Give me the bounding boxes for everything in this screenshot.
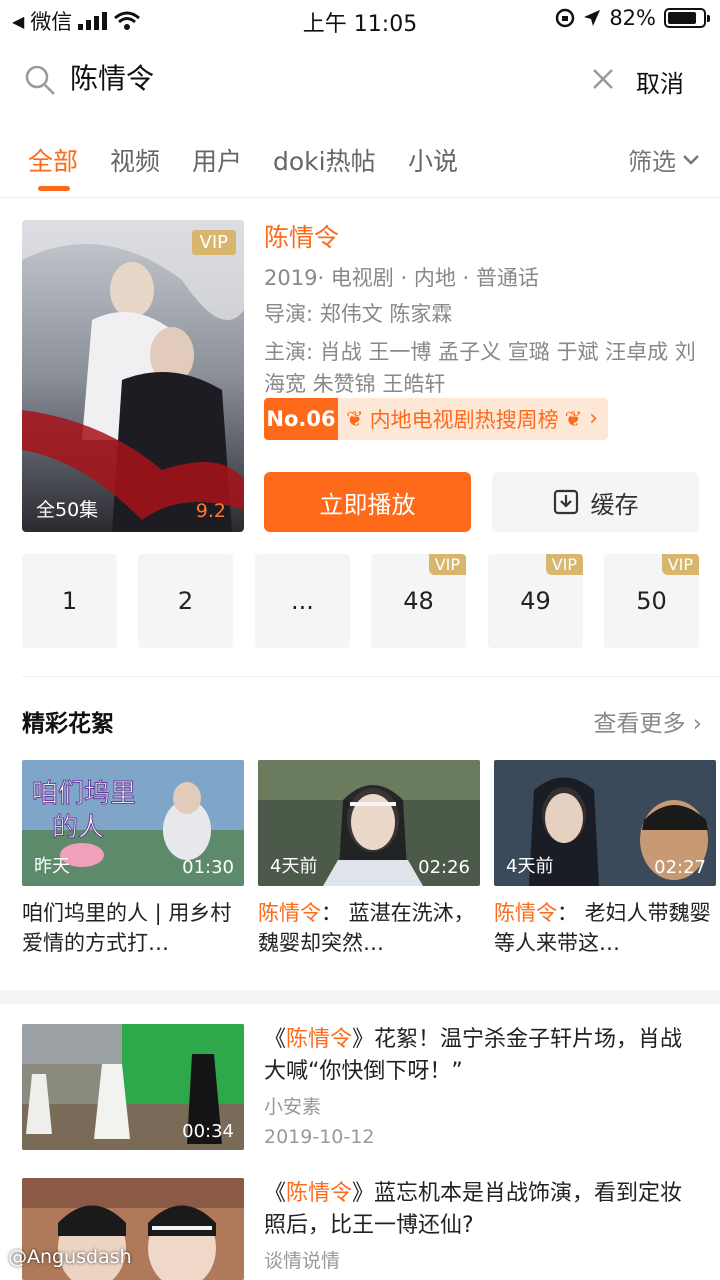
clip-duration: 01:30: [182, 857, 234, 878]
tab-doki[interactable]: doki热帖: [273, 142, 376, 178]
search-icon: [25, 65, 55, 95]
svg-text:咱们坞里: 咱们坞里: [32, 779, 136, 809]
rotation-lock-icon: [556, 8, 575, 28]
episode-button-2[interactable]: 2: [138, 554, 233, 648]
episode-number: ...: [291, 587, 314, 615]
episode-vip-badge: VIP: [545, 554, 583, 575]
title-highlight: 陈情令: [286, 1181, 353, 1206]
laurel-right-icon: ❦: [564, 407, 583, 431]
episode-button-1[interactable]: 1: [22, 554, 117, 648]
show-poster[interactable]: VIP 全50集 9.2: [22, 220, 244, 532]
episode-button-48[interactable]: VIP 48: [371, 554, 466, 648]
show-meta: 2019· 电视剧 · 内地 · 普通话: [264, 266, 539, 290]
clip-card[interactable]: 4天前 02:27 陈情令： 老妇人带魏婴等人来带这…: [494, 760, 716, 958]
filter-button[interactable]: 筛选: [628, 142, 700, 177]
clip-thumbnail: 咱们坞里 的人 昨天 01:30: [22, 760, 244, 886]
search-input[interactable]: [70, 60, 550, 93]
see-more-label: 查看更多: [593, 711, 686, 737]
cache-button[interactable]: 缓存: [492, 472, 699, 532]
section-title: 精彩花絮: [22, 711, 114, 737]
battery-percent: 82%: [609, 6, 656, 30]
clip-thumbnail: 4天前 02:26: [258, 760, 480, 886]
cancel-button[interactable]: 取消: [636, 64, 684, 99]
clip-card[interactable]: 4天前 02:26 陈情令： 蓝湛在洗沐，魏婴却突然…: [258, 760, 480, 958]
status-bar: ◀ 微信 上午 11:05 82%: [0, 0, 720, 38]
video-thumbnail: 00:34: [22, 1024, 244, 1150]
status-right: 82%: [555, 6, 710, 30]
vip-badge: VIP: [191, 230, 236, 255]
episode-button-more[interactable]: ...: [255, 554, 350, 648]
title-prefix: 《: [264, 1181, 287, 1206]
caption-text: 咱们坞里的人 | 用乡村爱情的方式打…: [22, 901, 232, 955]
clip-time-ago: 4天前: [506, 856, 554, 877]
active-tab-indicator: [38, 186, 70, 191]
clip-time-ago: 昨天: [34, 856, 70, 877]
tab-video[interactable]: 视频: [110, 142, 160, 178]
divider: [22, 676, 720, 677]
episode-vip-badge: VIP: [428, 554, 466, 575]
episode-number: 49: [520, 587, 551, 615]
rank-banner[interactable]: No.06 ❦ 内地电视剧热搜周榜 ❦ ›: [264, 398, 608, 440]
video-row[interactable]: 00:34 《陈情令》花絮！温宁杀金子轩片场，肖战大喊“你快倒下呀！” 小安素 …: [22, 1024, 712, 1152]
video-title: 《陈情令》花絮！温宁杀金子轩片场，肖战大喊“你快倒下呀！”: [264, 1024, 694, 1088]
section-gap: [0, 990, 720, 1004]
tab-all[interactable]: 全部: [28, 142, 78, 178]
battery-icon: [664, 8, 710, 28]
rank-label-group: ❦ 内地电视剧热搜周榜 ❦: [346, 404, 582, 434]
episode-number: 2: [177, 587, 194, 615]
episode-vip-badge: VIP: [661, 554, 699, 575]
location-icon: [584, 10, 601, 26]
caption-highlight: 陈情令: [494, 901, 557, 925]
clip-duration: 02:27: [654, 857, 706, 878]
caption-highlight: 陈情令: [258, 901, 321, 925]
watermark-text: @Angusdash: [8, 1246, 132, 1268]
chevron-right-icon: ›: [692, 711, 702, 737]
clear-icon[interactable]: [590, 66, 616, 92]
show-title[interactable]: 陈情令: [264, 218, 704, 254]
clip-caption: 陈情令： 老妇人带魏婴等人来带这…: [494, 898, 716, 958]
episode-number: 1: [61, 587, 78, 615]
download-icon: [553, 489, 578, 515]
video-date: 2019-10-12: [264, 1126, 375, 1148]
filter-label: 筛选: [628, 148, 676, 176]
clip-card[interactable]: 咱们坞里 的人 昨天 01:30 咱们坞里的人 | 用乡村爱情的方式打…: [22, 760, 244, 958]
rank-label: 内地电视剧热搜周榜: [369, 408, 559, 432]
show-director: 导演: 郑伟文 陈家霖: [264, 302, 453, 326]
tab-novel[interactable]: 小说: [408, 142, 458, 178]
title-highlight: 陈情令: [286, 1027, 353, 1052]
episode-button-49[interactable]: VIP 49: [488, 554, 583, 648]
clip-duration: 02:26: [418, 857, 470, 878]
show-cast: 主演: 肖战 王一博 孟子义 宣璐 于斌 汪卓成 刘海宽 朱赞锦 王皓轩: [264, 340, 696, 396]
episode-total: 全50集: [36, 499, 99, 521]
episode-number: 48: [403, 587, 434, 615]
chevron-down-icon: [683, 154, 699, 165]
svg-text:的人: 的人: [52, 813, 104, 843]
title-prefix: 《: [264, 1027, 287, 1052]
result-tabs: 全部 视频 用户 doki热帖 小说 筛选: [0, 128, 720, 198]
clip-time-ago: 4天前: [270, 856, 318, 877]
video-duration: 00:34: [182, 1121, 234, 1142]
poster-image: [22, 220, 244, 532]
cache-label: 缓存: [590, 490, 639, 519]
play-button[interactable]: 立即播放: [264, 472, 471, 532]
episode-list: 1 2 ... VIP 48 VIP 49 VIP 50: [22, 554, 700, 648]
show-info: 陈情令 2019· 电视剧 · 内地 · 普通话 导演: 郑伟文 陈家霖 主演:…: [264, 218, 704, 400]
episode-number: 50: [636, 587, 667, 615]
watermark: @Angusdash: [8, 1246, 132, 1268]
clip-caption: 咱们坞里的人 | 用乡村爱情的方式打…: [22, 898, 244, 958]
see-more-link[interactable]: 查看更多 ›: [593, 704, 702, 738]
episode-button-50[interactable]: VIP 50: [604, 554, 699, 648]
video-author[interactable]: 小安素: [264, 1092, 321, 1119]
score: 9.2: [195, 500, 226, 522]
tab-user[interactable]: 用户: [192, 142, 242, 178]
rank-number: No.06: [264, 398, 338, 440]
search-bar: 取消: [0, 50, 720, 114]
video-author[interactable]: 谈情说情: [264, 1246, 340, 1273]
chevron-right-icon: ›: [589, 406, 598, 431]
laurel-left-icon: ❦: [346, 407, 364, 431]
video-title: 《陈情令》蓝忘机本是肖战饰演，看到定妆照后，比王一博还仙?: [264, 1178, 694, 1242]
clip-thumbnail: 4天前 02:27: [494, 760, 716, 886]
clip-caption: 陈情令： 蓝湛在洗沐，魏婴却突然…: [258, 898, 480, 958]
